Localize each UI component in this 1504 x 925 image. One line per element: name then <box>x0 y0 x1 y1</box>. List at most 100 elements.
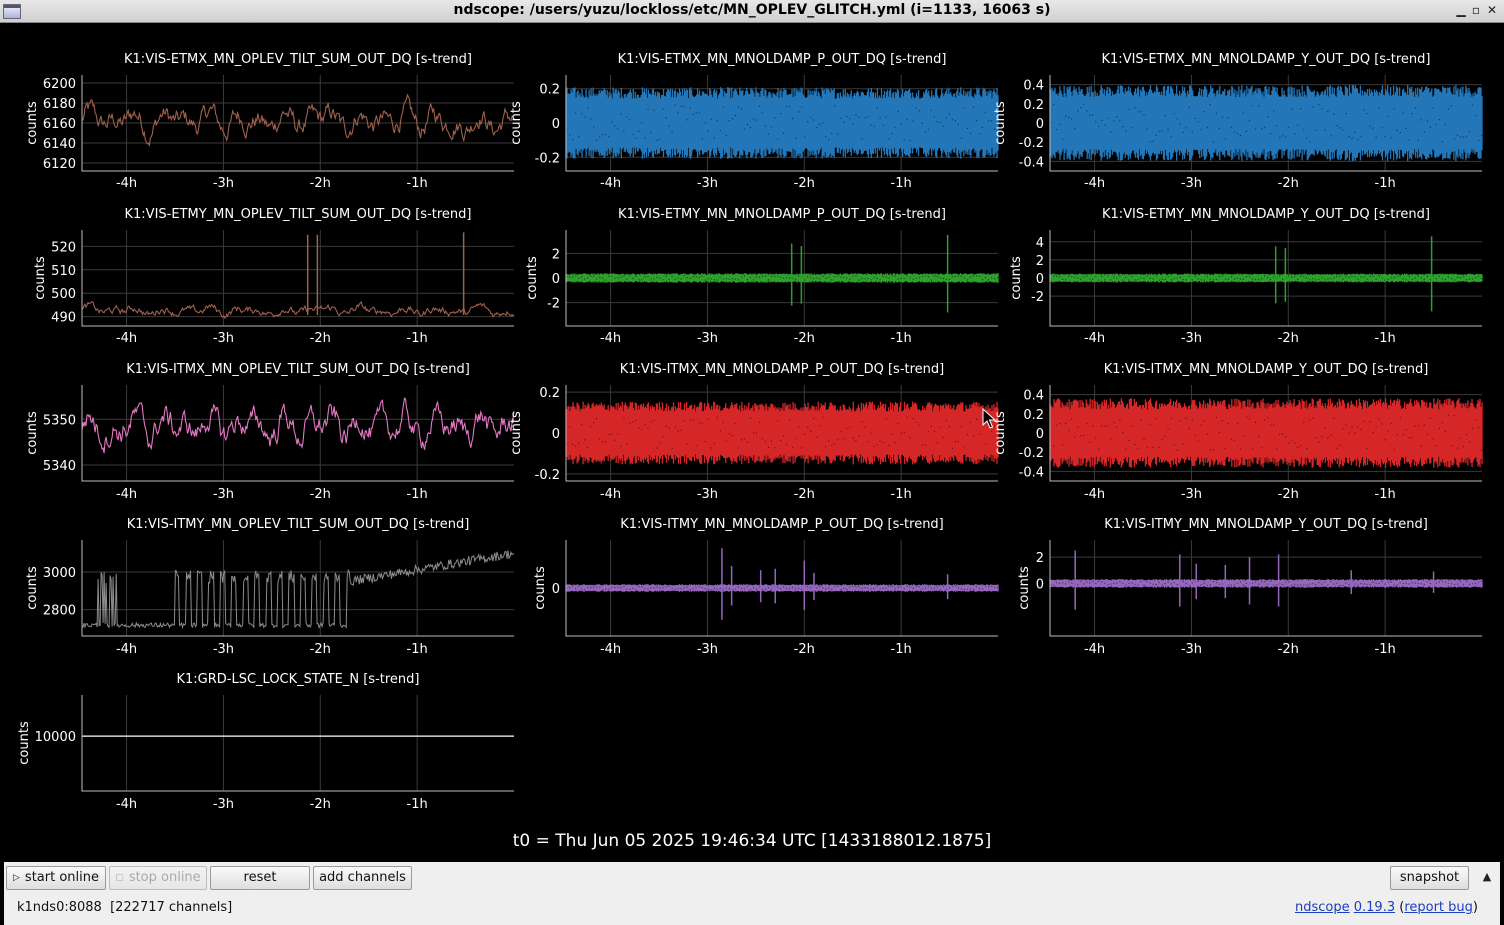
t0-label: t0 = Thu Jun 05 2025 19:46:34 UTC [14331… <box>512 831 992 851</box>
y-axis-label: counts <box>25 101 40 145</box>
about-links: ndscope 0.19.3 (report bug) <box>1294 900 1478 915</box>
y-tick-label: 490 <box>51 311 76 326</box>
x-tick-label: -1h <box>891 642 912 657</box>
report-bug-link[interactable]: report bug <box>1404 900 1473 915</box>
y-tick-label: 0.2 <box>1023 408 1044 423</box>
y-tick-label: -0.2 <box>1019 446 1044 461</box>
plot-panel[interactable]: K1:VIS-ITMY_MN_MNOLDAMP_P_OUT_DQ [s-tren… <box>533 517 999 657</box>
y-tick-label: 5340 <box>43 459 76 474</box>
plot-title: K1:VIS-ETMX_MN_MNOLDAMP_P_OUT_DQ [s-tren… <box>618 52 947 67</box>
y-tick-label: -0.2 <box>535 151 560 166</box>
window-title: ndscope: /users/yuzu/lockloss/etc/MN_OPL… <box>453 2 1051 18</box>
y-axis-label: counts <box>25 566 40 610</box>
play-icon: ▷ <box>13 873 20 883</box>
version-link[interactable]: 0.19.3 <box>1354 900 1395 915</box>
y-tick-label: 10000 <box>35 730 76 745</box>
maximize-button[interactable]: ▫ <box>1469 3 1483 17</box>
y-tick-label: 520 <box>51 240 76 255</box>
plot-axes <box>81 695 514 792</box>
x-tick-label: -1h <box>407 487 428 502</box>
y-tick-label: 0 <box>552 427 560 442</box>
plot-title: K1:GRD-LSC_LOCK_STATE_N [s-trend] <box>176 672 419 687</box>
y-tick-label: 0 <box>1036 272 1044 287</box>
y-tick-label: 2 <box>552 247 560 262</box>
plot-panel[interactable]: K1:VIS-ITMY_MN_OPLEV_TILT_SUM_OUT_DQ [s-… <box>25 517 515 657</box>
y-tick-label: 0 <box>552 272 560 287</box>
plot-title: K1:VIS-ITMX_MN_MNOLDAMP_P_OUT_DQ [s-tren… <box>620 362 945 377</box>
plot-panel[interactable]: K1:GRD-LSC_LOCK_STATE_N [s-trend] 10000co… <box>17 672 514 812</box>
expand-panel-icon[interactable]: ▲ <box>1479 869 1495 885</box>
x-tick-label: -2h <box>1278 331 1299 346</box>
y-axis-label: counts <box>509 101 524 145</box>
y-tick-label: 6140 <box>43 137 76 152</box>
y-tick-label: 500 <box>51 287 76 302</box>
x-tick-label: -4h <box>1084 487 1105 502</box>
x-tick-label: -2h <box>794 331 815 346</box>
y-axis-label: counts <box>509 411 524 455</box>
series-band <box>1049 398 1483 468</box>
y-tick-label: 6120 <box>43 157 76 172</box>
start-online-button[interactable]: ▷ start online <box>6 866 106 890</box>
plot-grid[interactable]: K1:VIS-ETMX_MN_OPLEV_TILT_SUM_OUT_DQ [s-… <box>4 23 1500 823</box>
x-tick-label: -4h <box>116 331 137 346</box>
start-online-label: start online <box>24 870 99 885</box>
x-tick-label: -3h <box>1181 487 1202 502</box>
title-bar: ndscope: /users/yuzu/lockloss/etc/MN_OPL… <box>0 0 1504 23</box>
plot-panel[interactable]: K1:VIS-ETMY_MN_MNOLDAMP_P_OUT_DQ [s-tren… <box>525 207 999 346</box>
x-tick-label: -1h <box>891 487 912 502</box>
plot-axes <box>81 540 514 637</box>
plot-title: K1:VIS-ETMX_MN_MNOLDAMP_Y_OUT_DQ [s-tren… <box>1102 52 1431 67</box>
series-band <box>1049 273 1483 283</box>
x-tick-label: -3h <box>697 642 718 657</box>
x-tick-label: -4h <box>600 176 621 191</box>
y-tick-label: 0.2 <box>539 83 560 98</box>
y-tick-label: 4 <box>1036 236 1044 251</box>
plot-panel[interactable]: K1:VIS-ETMX_MN_MNOLDAMP_P_OUT_DQ [s-tren… <box>509 52 999 191</box>
stop-online-button[interactable]: ▢ stop online <box>109 866 207 890</box>
y-tick-label: 0.2 <box>1023 98 1044 113</box>
x-tick-label: -2h <box>310 331 331 346</box>
y-tick-label: 510 <box>51 264 76 279</box>
y-tick-label: 2800 <box>43 604 76 619</box>
x-tick-label: -4h <box>600 487 621 502</box>
snapshot-button[interactable]: snapshot <box>1390 866 1469 890</box>
plot-panel[interactable]: K1:VIS-ETMX_MN_OPLEV_TILT_SUM_OUT_DQ [s-… <box>25 52 515 191</box>
x-tick-label: -2h <box>310 642 331 657</box>
x-tick-label: -4h <box>600 642 621 657</box>
x-tick-label: -3h <box>213 331 234 346</box>
y-tick-label: 0.4 <box>1023 389 1044 404</box>
reset-button[interactable]: reset <box>210 866 310 890</box>
x-tick-label: -4h <box>1084 176 1105 191</box>
minimize-button[interactable]: ▁ <box>1454 3 1468 17</box>
series-band <box>565 87 999 159</box>
y-tick-label: 0 <box>1036 427 1044 442</box>
x-tick-label: -4h <box>600 331 621 346</box>
x-tick-label: -4h <box>116 642 137 657</box>
plot-panel[interactable]: K1:VIS-ETMY_MN_OPLEV_TILT_SUM_OUT_DQ [s-… <box>33 207 515 346</box>
plot-panel[interactable]: K1:VIS-ITMY_MN_MNOLDAMP_Y_OUT_DQ [s-tren… <box>1017 517 1483 657</box>
ndscope-link[interactable]: ndscope <box>1295 900 1350 915</box>
plot-panel[interactable]: K1:VIS-ETMX_MN_MNOLDAMP_Y_OUT_DQ [s-tren… <box>993 52 1483 191</box>
series-band <box>1049 85 1483 161</box>
y-tick-label: 0.2 <box>539 386 560 401</box>
y-axis-label: counts <box>1017 566 1032 610</box>
y-tick-label: 2 <box>1036 254 1044 269</box>
x-tick-label: -4h <box>116 176 137 191</box>
plot-panel[interactable]: K1:VIS-ITMX_MN_MNOLDAMP_P_OUT_DQ [s-tren… <box>509 362 999 502</box>
x-tick-label: -1h <box>1375 487 1396 502</box>
y-tick-label: 0 <box>1036 577 1044 592</box>
close-button[interactable]: ✕ <box>1485 3 1499 17</box>
x-tick-label: -2h <box>1278 176 1299 191</box>
y-tick-label: 2 <box>1036 551 1044 566</box>
plot-title: K1:VIS-ETMY_MN_OPLEV_TILT_SUM_OUT_DQ [s-… <box>125 207 472 222</box>
y-tick-label: 0 <box>552 582 560 597</box>
x-tick-label: -1h <box>1375 642 1396 657</box>
x-tick-label: -4h <box>1084 642 1105 657</box>
x-tick-label: -2h <box>794 642 815 657</box>
plot-panel[interactable]: K1:VIS-ITMX_MN_MNOLDAMP_Y_OUT_DQ [s-tren… <box>993 362 1483 502</box>
plot-panel[interactable]: K1:VIS-ETMY_MN_MNOLDAMP_Y_OUT_DQ [s-tren… <box>1009 207 1483 346</box>
add-channels-button[interactable]: add channels <box>313 866 412 890</box>
y-tick-label: -0.4 <box>1019 155 1044 170</box>
y-axis-label: counts <box>525 256 540 300</box>
plot-panel[interactable]: K1:VIS-ITMX_MN_OPLEV_TILT_SUM_OUT_DQ [s-… <box>25 362 515 502</box>
